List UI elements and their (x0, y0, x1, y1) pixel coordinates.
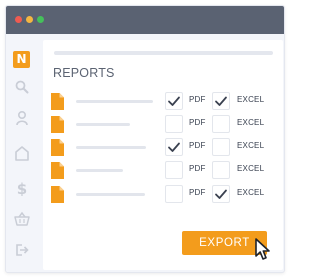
logout-icon[interactable] (14, 242, 30, 258)
close-window-button[interactable] (15, 16, 22, 23)
page-title: REPORTS (53, 66, 115, 80)
pdf-checkbox[interactable] (165, 92, 183, 110)
dollar-icon[interactable]: $ (14, 180, 30, 196)
excel-label: EXCEL (237, 164, 265, 173)
file-icon (51, 162, 64, 179)
pdf-label: PDF (189, 188, 206, 197)
svg-text:$: $ (17, 180, 27, 196)
report-name-placeholder (76, 146, 146, 149)
title-bar (6, 6, 284, 34)
pdf-label: PDF (189, 164, 206, 173)
pdf-checkbox[interactable] (165, 185, 183, 203)
excel-checkbox[interactable] (212, 138, 230, 156)
pdf-label: PDF (189, 141, 206, 150)
report-row: PDF EXCEL (51, 115, 276, 137)
pdf-checkbox[interactable] (165, 161, 183, 179)
report-row: PDF EXCEL (51, 185, 276, 207)
pdf-checkbox[interactable] (165, 115, 183, 133)
file-icon (51, 186, 64, 203)
user-icon[interactable] (14, 110, 30, 126)
excel-checkbox[interactable] (212, 92, 230, 110)
basket-icon[interactable] (14, 211, 30, 227)
maximize-window-button[interactable] (37, 16, 44, 23)
report-row: PDF EXCEL (51, 138, 276, 160)
report-name-placeholder (76, 100, 153, 103)
mouse-pointer-icon (255, 238, 273, 262)
excel-label: EXCEL (237, 188, 265, 197)
excel-label: EXCEL (237, 141, 265, 150)
placeholder-bar (54, 51, 273, 55)
app-logo[interactable]: N (13, 51, 30, 68)
report-name-placeholder (76, 193, 145, 196)
report-row: PDF EXCEL (51, 161, 276, 183)
file-icon (51, 93, 64, 110)
sidebar: N $ (6, 34, 38, 272)
report-name-placeholder (76, 123, 130, 126)
minimize-window-button[interactable] (26, 16, 33, 23)
file-icon (51, 116, 64, 133)
pdf-label: PDF (189, 95, 206, 104)
excel-checkbox[interactable] (212, 185, 230, 203)
pdf-checkbox[interactable] (165, 138, 183, 156)
file-icon (51, 139, 64, 156)
pdf-label: PDF (189, 118, 206, 127)
report-row: PDF EXCEL (51, 92, 276, 114)
report-name-placeholder (76, 169, 123, 172)
excel-label: EXCEL (237, 95, 265, 104)
excel-checkbox[interactable] (212, 161, 230, 179)
excel-label: EXCEL (237, 118, 265, 127)
search-icon[interactable] (14, 79, 30, 95)
excel-checkbox[interactable] (212, 115, 230, 133)
home-icon[interactable] (14, 145, 30, 161)
